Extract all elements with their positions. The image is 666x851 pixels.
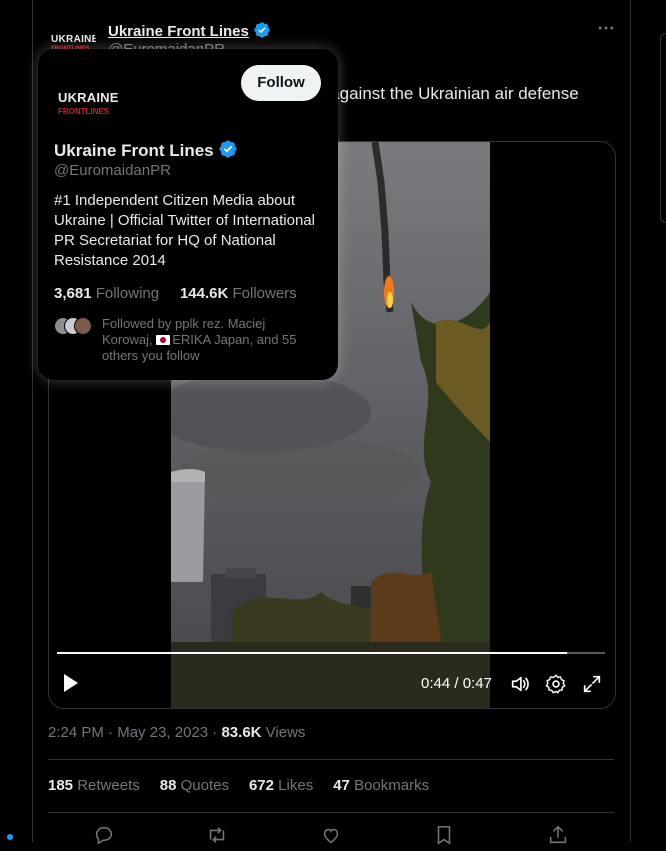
stat-label: Quotes [180,777,229,794]
settings-icon[interactable] [545,673,567,695]
avatar-logo-text: UKRAINE [51,34,96,45]
followed-by-avatars [54,317,94,335]
followed-by-flag-name: ERIKA Japan [172,332,250,347]
stat-quotes[interactable]: 88 Quotes [160,777,229,794]
like-icon[interactable] [320,824,342,846]
followers-label: Followers [232,285,297,302]
fullscreen-icon[interactable] [581,673,603,695]
column-border-left [32,0,33,842]
japan-flag-icon [156,335,171,345]
stat-label: Likes [278,777,314,794]
stat-count: 185 [48,777,74,794]
sidebar-edge [660,33,666,223]
volume-icon[interactable] [509,673,531,695]
stat-likes[interactable]: 672 Likes [249,777,313,794]
avatar-logo-text: UKRAINE [58,90,119,105]
views-label: Views [265,724,306,741]
play-icon[interactable] [61,672,81,694]
share-icon[interactable] [547,824,569,846]
post-time[interactable]: 2:24 PM [48,724,104,741]
reply-icon[interactable] [93,824,115,846]
following-link[interactable]: 3,681 Following [54,285,159,302]
stat-label: Retweets [77,777,140,794]
post-meta: 2:24 PM · May 23, 2023 · 83.6K Views [48,724,306,741]
avatar [74,317,92,335]
followers-count: 144.6K [179,285,229,302]
stat-count: 47 [333,777,350,794]
stat-retweets[interactable]: 185 Retweets [48,777,140,794]
views-count: 83.6K [221,724,262,741]
hover-card-avatar[interactable]: UKRAINE FRONTLINES [54,76,118,140]
action-bar [48,824,614,848]
video-progress-fill [57,652,567,654]
stat-count: 672 [248,777,274,794]
stat-bookmarks[interactable]: 47 Bookmarks [333,777,429,794]
divider [48,812,614,813]
author-name[interactable]: Ukraine Front Lines [108,21,271,40]
following-count: 3,681 [54,285,92,302]
hover-card-handle[interactable]: @EuromaidanPR [54,162,171,179]
video-progress-bar[interactable] [57,652,605,654]
verified-badge-icon [219,140,237,158]
stat-label: Bookmarks [354,777,430,794]
followed-by-text: Followed by pplk rez. Maciej Korowaj, ER… [102,316,314,364]
hover-card-counts: 3,681 Following 144.6K Followers [54,285,297,302]
stat-count: 88 [159,777,177,794]
hover-card-name-text[interactable]: Ukraine Front Lines [54,141,214,160]
more-horizontal-icon[interactable] [596,18,616,38]
engagement-stats: 185 Retweets 88 Quotes 672 Likes 47 Book… [48,777,429,794]
bookmark-icon[interactable] [433,824,455,846]
following-label: Following [95,285,160,302]
retweet-icon[interactable] [206,824,228,846]
author-name-text[interactable]: Ukraine Front Lines [108,23,249,40]
post-date[interactable]: May 23, 2023 [117,724,208,741]
avatar-logo-subtext: FRONTLINES [58,107,110,116]
tweet-text: e against the Ukrainian air defense [316,84,579,103]
column-border-right [630,0,631,842]
hover-card-name[interactable]: Ukraine Front Lines [54,139,238,161]
profile-hover-card: UKRAINE FRONTLINES Follow Ukraine Front … [38,49,338,380]
follow-button[interactable]: Follow [241,65,321,101]
video-time: 0:44 / 0:47 [421,675,492,692]
divider [48,759,614,760]
followers-link[interactable]: 144.6K Followers [180,285,297,302]
notification-dot [7,834,13,840]
verified-badge-icon [254,22,270,38]
hover-card-bio: #1 Independent Citizen Media about Ukrai… [54,192,315,269]
